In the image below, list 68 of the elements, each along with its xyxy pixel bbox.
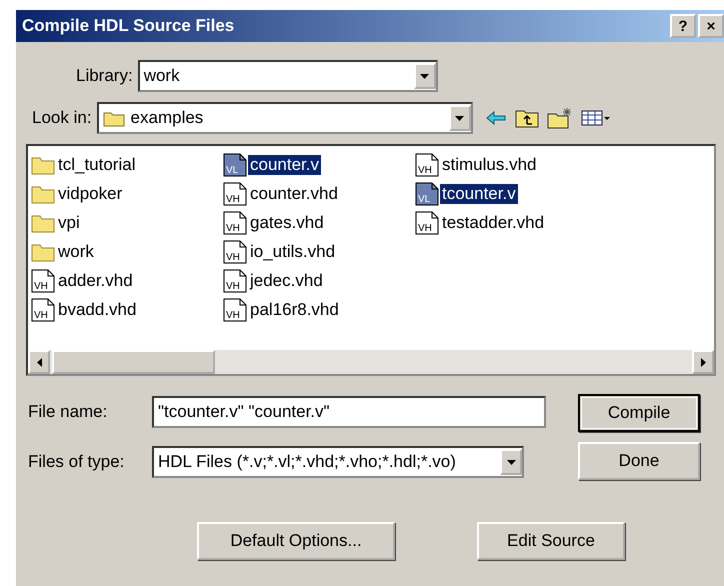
- help-button[interactable]: ?: [670, 14, 696, 38]
- file-item[interactable]: VH adder.vhd: [30, 266, 222, 295]
- file-name: io_utils.vhd: [249, 242, 336, 262]
- vh-file-icon: VH: [30, 268, 56, 292]
- file-item[interactable]: VH pal16r8.vhd: [222, 295, 414, 324]
- vh-file-icon: VH: [222, 240, 248, 264]
- file-name: gates.vhd: [249, 212, 325, 232]
- scroll-right-icon[interactable]: [692, 350, 714, 374]
- file-item[interactable]: work: [30, 237, 222, 266]
- vh-file-icon: VH: [414, 210, 440, 234]
- file-name: jedec.vhd: [248, 270, 324, 290]
- file-item[interactable]: vpi: [30, 208, 222, 237]
- look-in-label: Look in:: [32, 108, 92, 128]
- file-item[interactable]: VL tcounter.v: [414, 179, 606, 208]
- vl-file-icon: VL: [222, 152, 248, 176]
- file-name: testadder.vhd: [441, 212, 546, 232]
- file-name: tcl_tutorial: [57, 154, 136, 174]
- file-name-field[interactable]: "tcounter.v" "counter.v": [152, 396, 546, 428]
- vh-file-icon: VH: [414, 152, 440, 176]
- file-name: counter.v: [248, 154, 321, 174]
- file-name: work: [57, 242, 95, 262]
- folder-icon: [102, 110, 125, 126]
- vh-file-icon: VH: [222, 298, 248, 322]
- vh-file-icon: VH: [222, 268, 248, 292]
- file-item[interactable]: VH bvadd.vhd: [30, 295, 222, 324]
- file-type-dropdown[interactable]: HDL Files (*.v;*.vl;*.vhd;*.vho;*.hdl;*.vo): [152, 446, 524, 478]
- file-name-label: File name:: [28, 402, 108, 422]
- new-folder-icon[interactable]: [546, 107, 573, 129]
- file-name: tcounter.v: [440, 184, 518, 204]
- file-name: vidpoker: [57, 184, 124, 204]
- file-item[interactable]: VL counter.v: [222, 150, 414, 179]
- look-in-dropdown[interactable]: examples: [96, 102, 473, 134]
- file-item[interactable]: VH stimulus.vhd: [414, 150, 606, 179]
- default-options-button[interactable]: Default Options...: [197, 522, 395, 560]
- file-item[interactable]: VH io_utils.vhd: [222, 237, 414, 266]
- close-button[interactable]: ×: [698, 14, 724, 38]
- file-type-value: HDL Files (*.v;*.vl;*.vhd;*.vho;*.hdl;*.vo): [158, 452, 457, 472]
- file-name: vpi: [57, 212, 81, 232]
- scroll-left-icon[interactable]: [28, 350, 50, 374]
- files-of-type-label: Files of type:: [28, 452, 126, 472]
- compile-button[interactable]: Compile: [578, 394, 700, 432]
- file-name: stimulus.vhd: [441, 154, 538, 174]
- library-dropdown[interactable]: work: [138, 60, 438, 92]
- vh-file-icon: VH: [30, 298, 56, 322]
- up-folder-icon[interactable]: [514, 108, 539, 128]
- window-title: Compile HDL Source Files: [22, 16, 234, 36]
- view-menu-icon[interactable]: [580, 109, 611, 127]
- file-name: bvadd.vhd: [57, 300, 138, 320]
- vl-file-icon: VL: [414, 182, 440, 206]
- file-item[interactable]: VH gates.vhd: [222, 208, 414, 237]
- done-button[interactable]: Done: [578, 442, 700, 480]
- file-item[interactable]: VH testadder.vhd: [414, 208, 606, 237]
- file-item[interactable]: vidpoker: [30, 179, 222, 208]
- look-in-value: examples: [130, 108, 204, 128]
- library-value: work: [144, 66, 181, 86]
- file-item[interactable]: tcl_tutorial: [30, 150, 222, 179]
- horizontal-scrollbar[interactable]: [28, 350, 714, 374]
- file-name: pal16r8.vhd: [249, 300, 340, 320]
- library-label: Library:: [76, 66, 133, 86]
- file-item[interactable]: VH counter.vhd: [222, 179, 414, 208]
- file-name: counter.vhd: [249, 184, 339, 204]
- vh-file-icon: VH: [222, 182, 248, 206]
- scroll-thumb[interactable]: [52, 350, 215, 374]
- edit-source-button[interactable]: Edit Source: [477, 522, 625, 560]
- file-name: adder.vhd: [57, 270, 134, 290]
- back-arrow-icon[interactable]: [484, 109, 507, 127]
- vh-file-icon: VH: [222, 210, 248, 234]
- file-item[interactable]: VH jedec.vhd: [222, 266, 414, 295]
